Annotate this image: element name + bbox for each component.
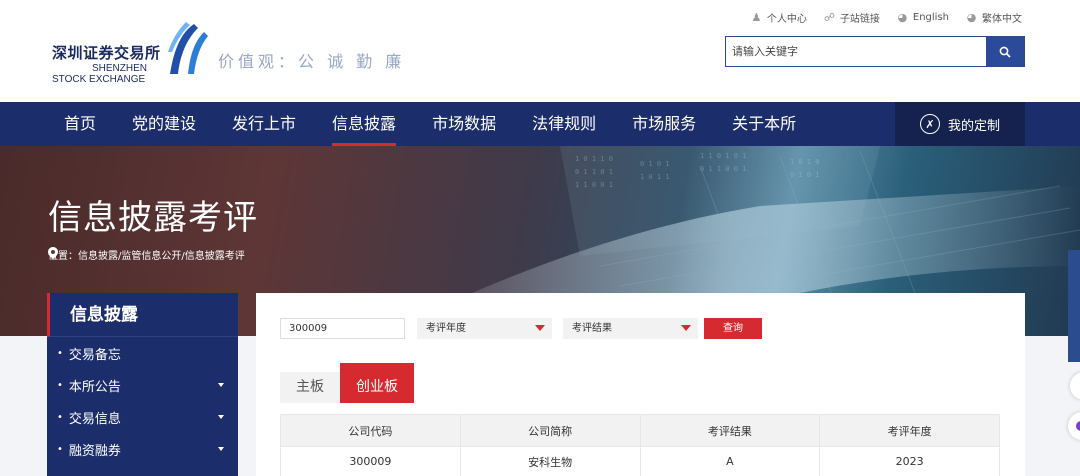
table-cell: A <box>639 446 821 476</box>
table-cell: 2023 <box>819 446 1000 476</box>
english-link[interactable]: ◕ English <box>896 10 949 25</box>
logo-english-line2: STOCK EXCHANGE <box>52 74 146 85</box>
table-cell: 安科生物 <box>459 446 641 476</box>
nav-item-rules[interactable]: 法律规则 <box>514 102 614 146</box>
nav-item-listing[interactable]: 发行上市 <box>214 102 314 146</box>
slogan: 价值观：公 诚 勤 廉 <box>218 52 406 71</box>
nav-item-party[interactable]: 党的建设 <box>114 102 214 146</box>
sidebar-item-label: 交易信息 <box>68 411 121 427</box>
search-input[interactable] <box>726 37 986 66</box>
nav-item-disclosure[interactable]: 信息披露 <box>314 102 414 146</box>
svg-text:0 1 1 0 0 1: 0 1 1 0 0 1 <box>700 165 746 173</box>
breadcrumb: 位置：信息披露/监管信息公开/信息披露考评 <box>48 247 245 262</box>
column-header: 考评年度 <box>819 414 1000 447</box>
my-custom-label: 我的定制 <box>947 118 1000 134</box>
query-button[interactable]: 查询 <box>704 318 762 339</box>
sidebar-item-label: 本所公告 <box>68 379 121 395</box>
nav-item-market-data[interactable]: 市场数据 <box>414 102 514 146</box>
sidebar-item-announcements[interactable]: • 本所公告 <box>47 369 238 401</box>
floating-toolbar[interactable] <box>1068 250 1080 362</box>
location-pin-icon <box>48 247 58 259</box>
year-select-label: 考评年度 <box>426 323 466 334</box>
site-header: 深圳证券交易所 SHENZHEN STOCK EXCHANGE 价值观：公 诚 … <box>0 0 1080 102</box>
sidebar-item-trading-info[interactable]: • 交易信息 <box>47 401 238 433</box>
svg-text:1 0 1 1: 1 0 1 1 <box>640 173 670 181</box>
column-header: 考评结果 <box>639 414 821 447</box>
floating-button[interactable] <box>1070 372 1080 400</box>
result-select[interactable]: 考评结果 <box>563 318 698 339</box>
traditional-chinese-link[interactable]: ◕ 繁体中文 <box>965 10 1022 25</box>
floating-assistant-icon[interactable] <box>1068 412 1080 440</box>
sidebar-item-label: 融资融券 <box>68 443 121 459</box>
logo-english-line1: SHENZHEN <box>92 63 148 74</box>
chevron-down-icon <box>218 415 224 419</box>
board-tabs: 主板 创业板 <box>280 363 414 403</box>
page-title: 信息披露考评 <box>48 198 258 238</box>
chevron-down-icon <box>218 447 224 451</box>
bullet: • <box>57 347 63 359</box>
table-cell: 300009 <box>280 446 461 476</box>
svg-text:0 1 0 1: 0 1 0 1 <box>790 171 820 179</box>
search-icon <box>999 46 1011 58</box>
bullet: • <box>57 379 63 391</box>
sidebar-item-margin-trading[interactable]: • 融资融券 <box>47 433 238 465</box>
globe-icon: ◕ <box>897 11 908 24</box>
my-custom-button[interactable]: ✗ 我的定制 <box>895 102 1025 146</box>
bullet: • <box>57 443 63 455</box>
link-label: 繁体中文 <box>982 14 1022 25</box>
dropdown-arrow-icon <box>681 325 691 331</box>
evaluation-table: 公司代码 公司简称 考评结果 考评年度 300009 安科生物 A 2023 <box>280 414 1000 476</box>
svg-text:1 0 1 1 0: 1 0 1 1 0 <box>575 155 613 163</box>
globe-icon: ◕ <box>966 11 977 24</box>
search-box <box>725 36 1025 67</box>
svg-text:1 0 1 0: 1 0 1 0 <box>790 158 820 166</box>
svg-text:1 1 0 0 1: 1 1 0 0 1 <box>575 181 613 189</box>
company-code-input[interactable]: 300009 <box>280 318 405 339</box>
tab-main-board[interactable]: 主板 <box>280 372 340 403</box>
breadcrumb-text[interactable]: 位置：信息披露/监管信息公开/信息披露考评 <box>48 247 245 262</box>
sidebar: 信息披露 • 交易备忘 • 本所公告 • 交易信息 • 融资融券 <box>47 293 238 476</box>
table-header-row: 公司代码 公司简称 考评结果 考评年度 <box>280 414 1000 447</box>
result-select-label: 考评结果 <box>572 323 612 334</box>
compass-icon: ✗ <box>919 114 940 134</box>
main-panel: 300009 考评年度 考评结果 查询 主板 创业板 公司代码 公司简称 考评结… <box>256 293 1025 476</box>
column-header: 公司代码 <box>280 414 461 447</box>
link-icon: ☍ <box>823 11 835 24</box>
svg-text:0 1 0 1: 0 1 0 1 <box>640 160 670 168</box>
svg-text:1 1 0 1 0 1: 1 1 0 1 0 1 <box>700 152 746 160</box>
sidebar-title: 信息披露 <box>47 293 238 337</box>
personal-center-link[interactable]: ♟ 个人中心 <box>750 10 807 25</box>
nav-item-about[interactable]: 关于本所 <box>714 102 814 146</box>
szse-logo-mark-icon <box>168 22 208 74</box>
sidebar-item-label: 交易备忘 <box>68 347 121 363</box>
table-row: 300009 安科生物 A 2023 <box>280 446 1000 476</box>
search-button[interactable] <box>986 37 1024 66</box>
logo-chinese-name: 深圳证券交易所 <box>52 44 161 62</box>
szse-logo[interactable]: 深圳证券交易所 SHENZHEN STOCK EXCHANGE <box>52 22 212 88</box>
nav-item-services[interactable]: 市场服务 <box>614 102 714 146</box>
column-header: 公司简称 <box>459 414 641 447</box>
bullet: • <box>57 411 63 423</box>
link-label: 个人中心 <box>766 14 807 25</box>
svg-text:0 1 1 0 1: 0 1 1 0 1 <box>575 168 613 176</box>
link-label: English <box>912 12 949 23</box>
year-select[interactable]: 考评年度 <box>417 318 552 339</box>
link-label: 子站链接 <box>839 14 880 25</box>
dropdown-arrow-icon <box>535 325 545 331</box>
main-nav: 首页 党的建设 发行上市 信息披露 市场数据 法律规则 市场服务 关于本所 ✗ … <box>0 102 1080 146</box>
user-icon: ♟ <box>751 11 762 24</box>
nav-item-home[interactable]: 首页 <box>46 102 114 146</box>
chevron-down-icon <box>218 383 224 387</box>
sidebar-item-trading-memo[interactable]: • 交易备忘 <box>47 337 238 369</box>
substation-link[interactable]: ☍ 子站链接 <box>823 10 880 25</box>
tab-chinext[interactable]: 创业板 <box>340 363 414 403</box>
top-links: ♟ 个人中心 ☍ 子站链接 ◕ English ◕ 繁体中文 <box>750 10 1022 25</box>
